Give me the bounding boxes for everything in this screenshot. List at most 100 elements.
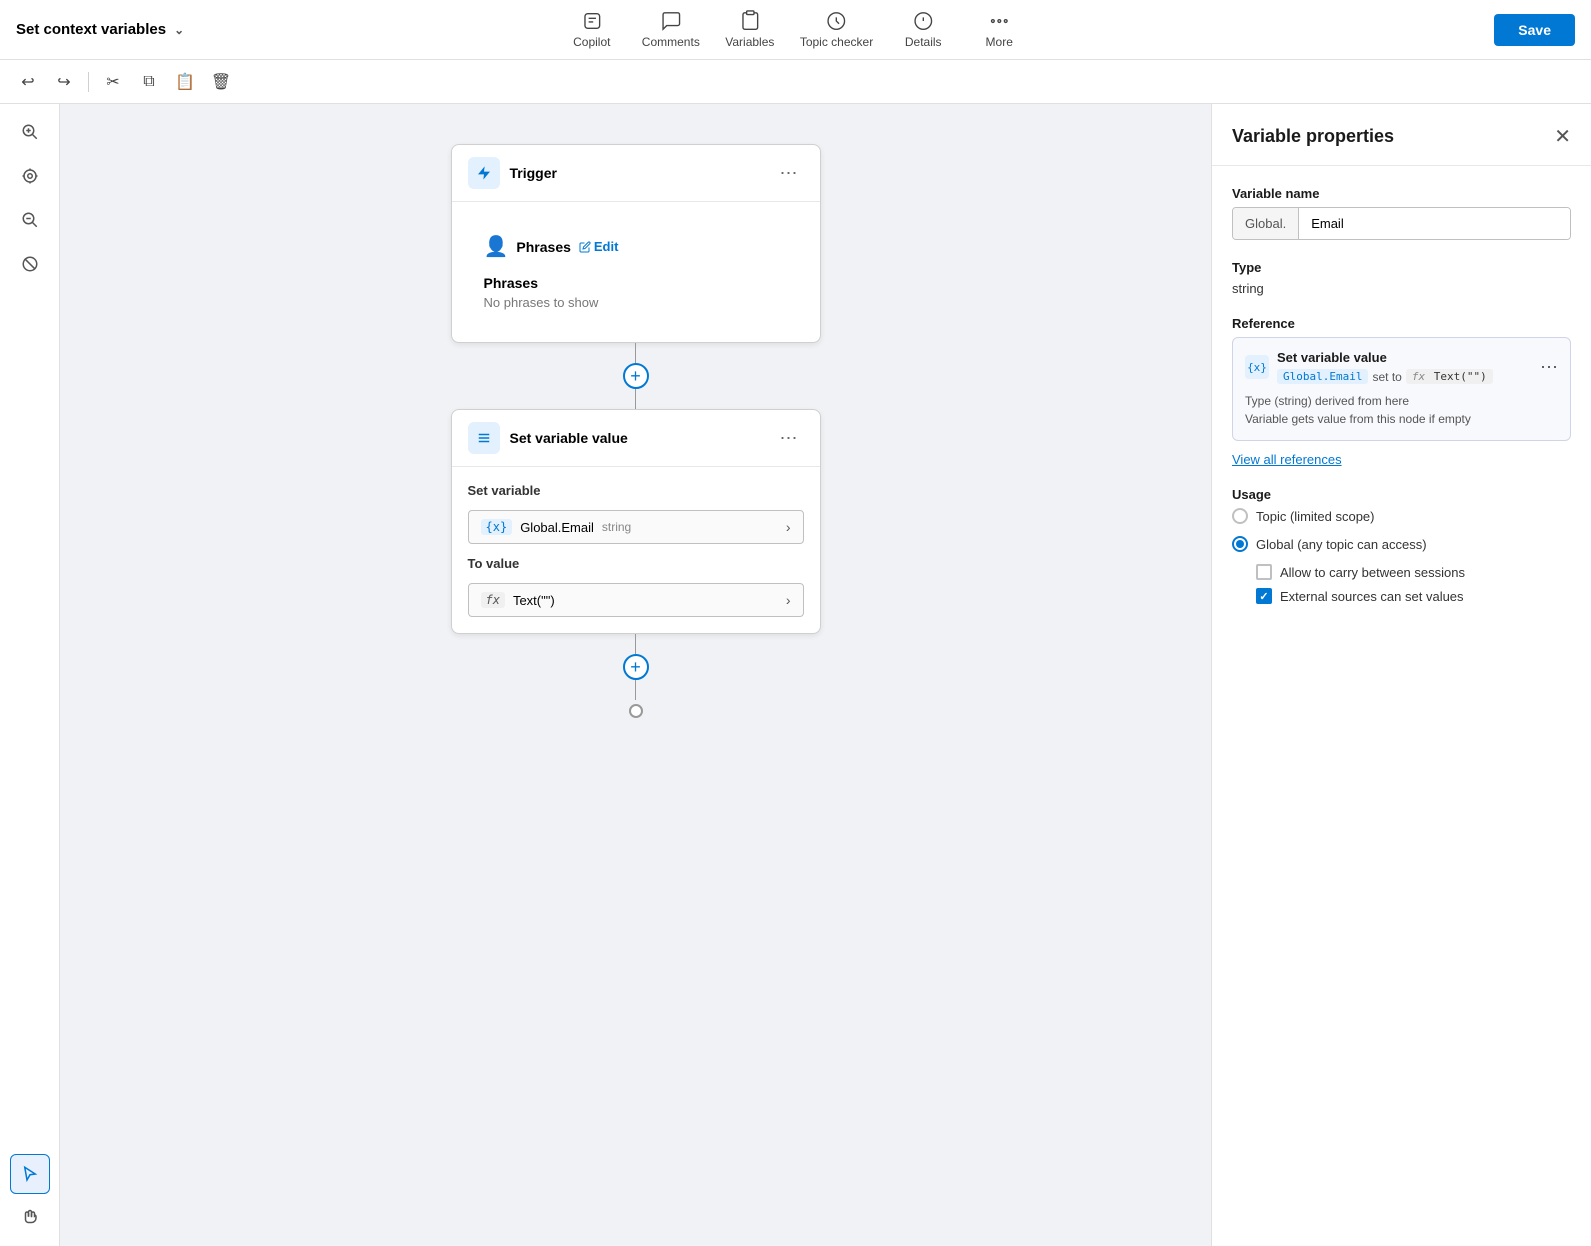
type-section: Type string — [1232, 260, 1571, 296]
topbar-right: Save — [1494, 14, 1575, 46]
radio-topic[interactable]: Topic (limited scope) — [1232, 508, 1571, 524]
to-value-pill-left: fx Text("") — [481, 592, 555, 608]
set-variable-node-header-left: Set variable value — [468, 422, 628, 454]
variable-pill[interactable]: {x} Global.Email string › — [468, 510, 804, 544]
to-value-arrow-icon: › — [786, 592, 791, 608]
zoom-out-icon[interactable] — [10, 200, 50, 240]
var-pill-badge: {x} — [481, 519, 513, 535]
checkbox-carry-box — [1256, 564, 1272, 580]
connector-line-1b — [635, 389, 636, 409]
add-node-button-2[interactable]: + — [623, 654, 649, 680]
nav-topic-checker[interactable]: Topic checker — [800, 10, 873, 49]
chevron-down-icon[interactable]: ⌄ — [174, 23, 184, 37]
set-variable-node-title: Set variable value — [510, 430, 628, 446]
panel-close-button[interactable]: ✕ — [1554, 124, 1571, 149]
nav-copilot[interactable]: Copilot — [566, 10, 618, 49]
phrases-inner: 👤 Phrases Edit — [468, 218, 804, 275]
checkbox-carry[interactable]: Allow to carry between sessions — [1256, 564, 1571, 580]
panel-title: Variable properties — [1232, 126, 1394, 147]
redo-button[interactable]: ↪ — [48, 66, 80, 98]
target-icon[interactable] — [10, 156, 50, 196]
panel-header: Variable properties ✕ — [1212, 104, 1591, 166]
phrases-empty: No phrases to show — [484, 295, 788, 310]
nav-more[interactable]: More — [973, 10, 1025, 49]
end-circle — [629, 704, 643, 718]
checkbox-external[interactable]: ✓ External sources can set values — [1256, 588, 1571, 604]
ref-note-line2: Variable gets value from this node if em… — [1245, 412, 1471, 426]
hand-icon[interactable] — [10, 1198, 50, 1238]
main-layout: Trigger ⋯ 👤 Phrases Edit — [0, 104, 1591, 1246]
radio-global[interactable]: Global (any topic can access) — [1232, 536, 1571, 552]
set-variable-node-body: Set variable {x} Global.Email string › T… — [452, 467, 820, 633]
nav-variables[interactable]: Variables — [724, 10, 776, 49]
zoom-in-icon[interactable] — [10, 112, 50, 152]
set-variable-node-more[interactable]: ⋯ — [774, 426, 804, 451]
nav-copilot-label: Copilot — [573, 35, 610, 49]
trigger-node-body: 👤 Phrases Edit Phrases No phrases to sho… — [452, 202, 820, 342]
connector-line-2 — [635, 634, 636, 654]
ref-note: Type (string) derived from here Variable… — [1245, 392, 1558, 428]
trigger-node-header-left: Trigger — [468, 157, 557, 189]
usage-options: Topic (limited scope) Global (any topic … — [1232, 508, 1571, 604]
no-symbol-icon[interactable] — [10, 244, 50, 284]
nav-topic-checker-label: Topic checker — [800, 35, 873, 49]
var-type-display: string — [602, 520, 631, 534]
to-value-label: To value — [468, 556, 804, 571]
set-variable-node: Set variable value ⋯ Set variable {x} Gl… — [451, 409, 821, 634]
paste-button[interactable]: 📋 — [169, 66, 201, 98]
left-sidebar — [0, 104, 60, 1246]
copy-button[interactable]: ⧉ — [133, 66, 165, 98]
set-variable-label: Set variable — [468, 483, 804, 498]
radio-global-label: Global (any topic can access) — [1256, 537, 1427, 552]
ref-var-label: Global.Email — [1277, 369, 1368, 384]
nav-comments-label: Comments — [642, 35, 700, 49]
connector-line-1 — [635, 343, 636, 363]
delete-button[interactable]: 🗑 — [205, 66, 237, 98]
ref-title: Set variable value — [1277, 350, 1532, 365]
checkbox-external-label: External sources can set values — [1280, 589, 1464, 604]
add-node-button-1[interactable]: + — [623, 363, 649, 389]
nav-details-label: Details — [905, 35, 942, 49]
right-panel: Variable properties ✕ Variable name Glob… — [1211, 104, 1591, 1246]
trigger-node-more[interactable]: ⋯ — [774, 161, 804, 186]
set-variable-node-header: Set variable value ⋯ — [452, 410, 820, 467]
person-icon: 👤 — [484, 234, 509, 259]
variable-name-row: Global. — [1232, 207, 1571, 240]
type-label: Type — [1232, 260, 1571, 275]
ref-item: {x} Set variable value Global.Email set … — [1245, 350, 1558, 384]
trigger-node-header: Trigger ⋯ — [452, 145, 820, 202]
fx-badge: fx — [481, 592, 505, 608]
ref-item-content: Set variable value Global.Email set to f… — [1277, 350, 1532, 384]
ref-set-to-label: set to — [1372, 370, 1401, 384]
toolbar: ↩ ↪ ✂ ⧉ 📋 🗑 — [0, 60, 1591, 104]
connector-line-2b — [635, 680, 636, 700]
canvas[interactable]: Trigger ⋯ 👤 Phrases Edit — [60, 104, 1211, 1246]
variable-name-input[interactable] — [1299, 208, 1570, 239]
nav-details[interactable]: Details — [897, 10, 949, 49]
view-all-references-link[interactable]: View all references — [1232, 452, 1342, 467]
ref-more-button[interactable]: ⋯ — [1540, 357, 1558, 378]
var-pill-left: {x} Global.Email string — [481, 519, 632, 535]
type-value: string — [1232, 281, 1571, 296]
phrases-edit-link[interactable]: Edit — [579, 239, 619, 254]
nav-comments[interactable]: Comments — [642, 10, 700, 49]
save-button[interactable]: Save — [1494, 14, 1575, 46]
topbar-nav: Copilot Comments Variables Topic checker… — [566, 10, 1025, 49]
checkmark-icon: ✓ — [1259, 590, 1268, 603]
ref-fx-label: fx Text("") — [1406, 369, 1493, 384]
topbar: Set context variables ⌄ Copilot Comments… — [0, 0, 1591, 60]
canvas-content: Trigger ⋯ 👤 Phrases Edit — [436, 144, 836, 1206]
cursor-icon[interactable] — [10, 1154, 50, 1194]
undo-button[interactable]: ↩ — [12, 66, 44, 98]
reference-section: Reference {x} Set variable value Global.… — [1232, 316, 1571, 467]
variable-prefix: Global. — [1233, 208, 1299, 239]
var-name-display: Global.Email — [520, 520, 594, 535]
variable-name-section: Variable name Global. — [1232, 186, 1571, 240]
checkbox-group: Allow to carry between sessions ✓ Extern… — [1232, 564, 1571, 604]
phrases-inner-header: 👤 Phrases Edit — [484, 234, 788, 259]
to-value-pill[interactable]: fx Text("") › — [468, 583, 804, 617]
cut-button[interactable]: ✂ — [97, 66, 129, 98]
to-value-display: Text("") — [513, 593, 555, 608]
var-arrow-icon: › — [786, 519, 791, 535]
connector-2: + — [623, 634, 649, 718]
